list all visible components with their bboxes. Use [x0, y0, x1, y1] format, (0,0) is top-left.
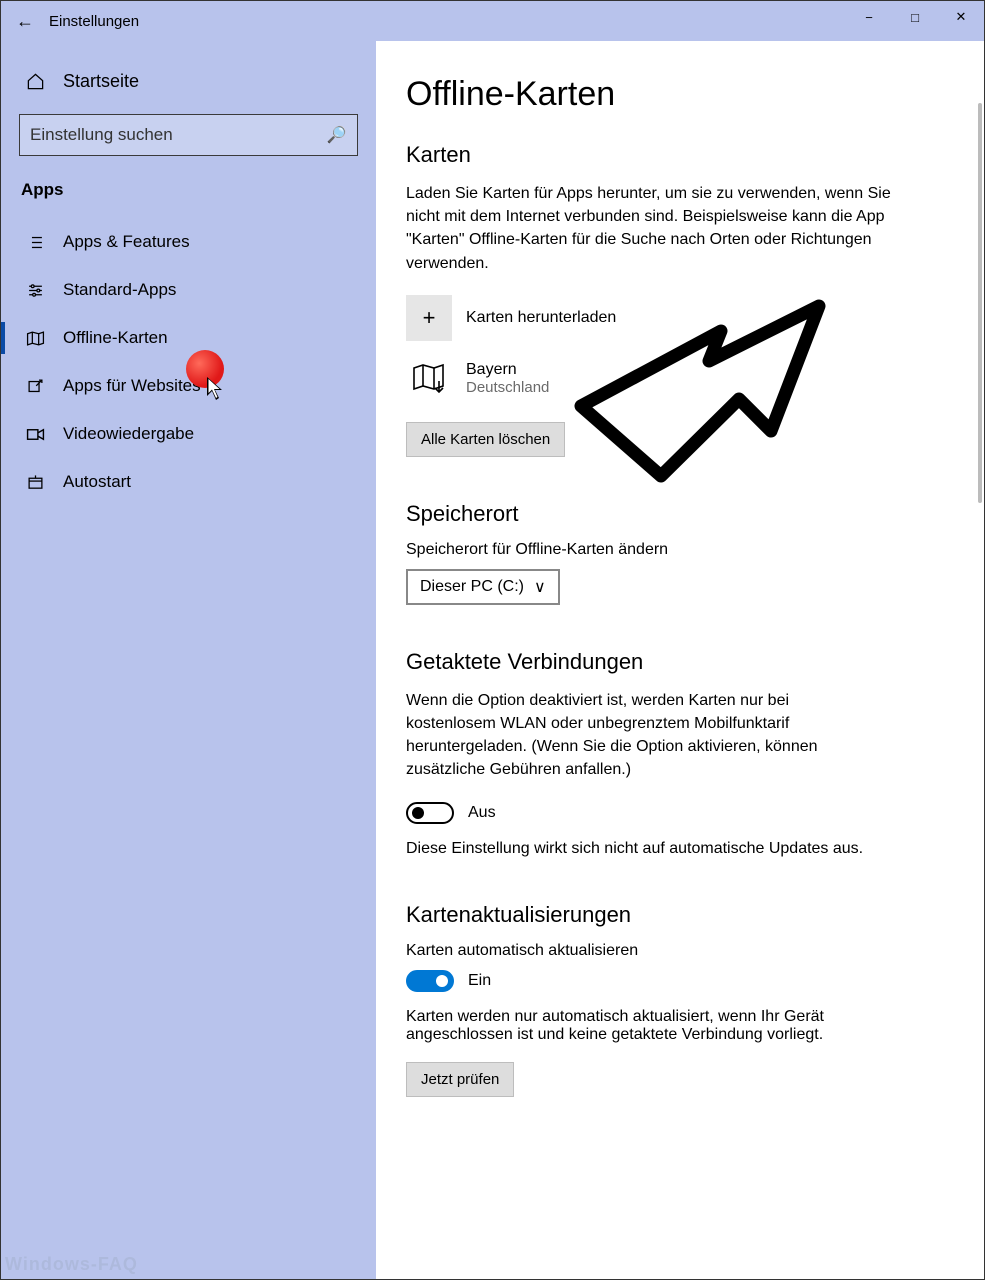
defaults-icon [25, 282, 45, 299]
metered-toggle[interactable] [406, 802, 454, 824]
main-content: Offline-Karten Karten Laden Sie Karten f… [376, 41, 984, 1279]
window-controls: − □ ✕ [846, 1, 984, 33]
window-title: Einstellungen [49, 13, 139, 30]
nav-standard-apps[interactable]: Standard-Apps [1, 266, 376, 314]
sidebar: Startseite 🔍 Apps Apps & Features Standa… [1, 41, 376, 1279]
map-icon [25, 330, 45, 347]
nav-item-label: Videowiedergabe [63, 424, 194, 444]
storage-select[interactable]: Dieser PC (C:) ∨ [406, 569, 560, 605]
search-icon: 🔍 [327, 125, 347, 145]
section-title-metered: Getaktete Verbindungen [406, 649, 944, 675]
nav-video-playback[interactable]: Videowiedergabe [1, 410, 376, 458]
home-link[interactable]: Startseite [1, 61, 376, 102]
section-title-karten: Karten [406, 142, 944, 168]
chevron-down-icon: ∨ [534, 577, 546, 597]
nav-item-label: Apps für Websites [63, 376, 201, 396]
section-title-storage: Speicherort [406, 501, 944, 527]
list-icon [25, 234, 45, 251]
nav-autostart[interactable]: Autostart [1, 458, 376, 506]
plus-icon: + [406, 295, 452, 341]
nav-group-title: Apps [1, 174, 376, 218]
scrollbar[interactable] [978, 103, 982, 503]
maximize-button[interactable]: □ [892, 1, 938, 33]
page-title: Offline-Karten [406, 75, 944, 114]
search-box[interactable]: 🔍 [19, 114, 358, 156]
cursor-icon [206, 376, 226, 402]
karten-description: Laden Sie Karten für Apps herunter, um s… [406, 182, 916, 275]
nav-item-label: Standard-Apps [63, 280, 176, 300]
video-icon [25, 427, 45, 442]
titlebar: ← Einstellungen [1, 1, 984, 41]
auto-update-toggle-state: Ein [468, 972, 491, 990]
download-maps-label: Karten herunterladen [466, 309, 616, 327]
map-item-bayern[interactable]: Bayern Deutschland [406, 361, 944, 396]
home-label: Startseite [63, 71, 139, 92]
minimize-button[interactable]: − [846, 1, 892, 33]
storage-value: Dieser PC (C:) [420, 578, 524, 596]
open-with-icon [25, 378, 45, 395]
section-title-updates: Kartenaktualisierungen [406, 902, 944, 928]
home-icon [25, 72, 45, 91]
check-now-button[interactable]: Jetzt prüfen [406, 1062, 514, 1097]
storage-label: Speicherort für Offline-Karten ändern [406, 541, 944, 559]
nav-item-label: Apps & Features [63, 232, 190, 252]
metered-description: Wenn die Option deaktiviert ist, werden … [406, 689, 836, 782]
nav-apps-features[interactable]: Apps & Features [1, 218, 376, 266]
map-download-icon [406, 363, 452, 393]
download-maps-button[interactable]: + Karten herunterladen [406, 295, 944, 341]
autostart-icon [25, 474, 45, 491]
nav-item-label: Autostart [63, 472, 131, 492]
back-button[interactable]: ← [1, 11, 49, 32]
watermark: Windows-FAQ [5, 1254, 138, 1275]
nav-offline-maps[interactable]: Offline-Karten [1, 314, 376, 362]
updates-label: Karten automatisch aktualisieren [406, 942, 944, 960]
map-country: Deutschland [466, 379, 549, 396]
delete-all-maps-button[interactable]: Alle Karten löschen [406, 422, 565, 457]
nav-item-label: Offline-Karten [63, 328, 168, 348]
close-button[interactable]: ✕ [938, 1, 984, 33]
updates-note: Karten werden nur automatisch aktualisie… [406, 1008, 906, 1044]
map-name: Bayern [466, 361, 549, 379]
metered-toggle-state: Aus [468, 804, 496, 822]
search-input[interactable] [30, 125, 327, 145]
metered-note: Diese Einstellung wirkt sich nicht auf a… [406, 840, 906, 858]
auto-update-toggle[interactable] [406, 970, 454, 992]
